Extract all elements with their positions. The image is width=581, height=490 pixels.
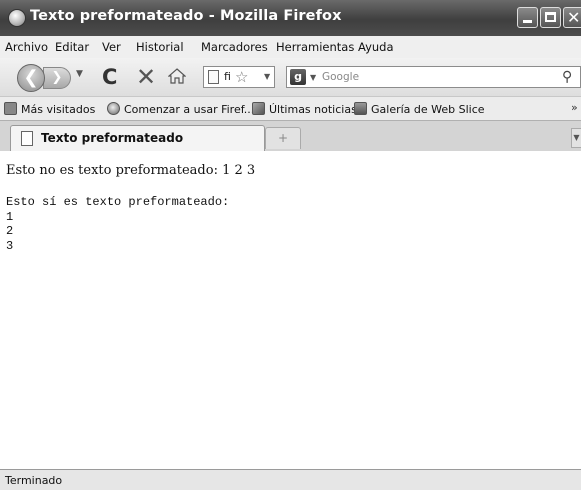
stop-icon[interactable]: ✕	[136, 63, 156, 91]
chevron-down-icon: ▼	[573, 133, 580, 142]
plus-icon: +	[277, 131, 289, 145]
folder-icon	[4, 102, 17, 115]
close-button[interactable]: ✕	[563, 7, 581, 28]
status-text: Terminado	[5, 474, 63, 487]
bookmark-comenzar[interactable]: Comenzar a usar Firef...	[107, 102, 254, 116]
menu-archivo[interactable]: Archivo	[5, 40, 48, 54]
back-button[interactable]: ❮	[17, 64, 45, 92]
menu-marcadores[interactable]: Marcadores	[201, 40, 268, 54]
maximize-button[interactable]	[540, 7, 561, 28]
status-bar: Terminado	[0, 469, 581, 490]
forward-arrow-icon: ❯	[51, 70, 63, 85]
web-slice-icon	[354, 102, 367, 115]
firefox-icon	[107, 102, 120, 115]
page-icon	[21, 131, 33, 146]
search-engine-dropdown-icon[interactable]: ▼	[310, 73, 316, 82]
bookmark-label: Comenzar a usar Firef...	[124, 103, 255, 116]
menu-herramientas[interactable]: Herramientas	[276, 40, 354, 54]
url-bar[interactable]: fi ☆ ▼	[203, 66, 275, 88]
menu-ver[interactable]: Ver	[102, 40, 121, 54]
minimize-icon	[523, 20, 532, 23]
bookmark-label: Últimas noticias	[269, 103, 357, 116]
page-content: Esto no es texto preformateado: 1 2 3 Es…	[0, 151, 581, 469]
url-text: fi	[224, 70, 231, 83]
tab-bar: Texto preformateado + ▼	[0, 120, 581, 152]
firefox-icon	[8, 9, 26, 27]
google-icon[interactable]: g	[290, 69, 306, 85]
tab-texto-preformateado[interactable]: Texto preformateado	[10, 125, 265, 152]
search-box[interactable]: g ▼ Google ⚲	[286, 66, 581, 88]
tab-label: Texto preformateado	[41, 131, 184, 145]
minimize-button[interactable]	[517, 7, 538, 28]
window-title: Texto preformateado - Mozilla Firefox	[30, 8, 342, 24]
bookmark-label: Galería de Web Slice	[371, 103, 485, 116]
forward-button[interactable]: ❯	[43, 67, 71, 89]
bookmark-ultimas-noticias[interactable]: Últimas noticias	[252, 102, 357, 116]
history-dropdown-icon[interactable]: ▼	[76, 69, 83, 79]
page-icon	[208, 70, 219, 84]
search-placeholder: Google	[322, 71, 360, 83]
bookmark-galeria-web-slice[interactable]: Galería de Web Slice	[354, 102, 485, 116]
rss-feed-icon	[252, 102, 265, 115]
bookmark-mas-visitados[interactable]: Más visitados	[4, 102, 95, 116]
chevron-right-icon[interactable]: »	[571, 101, 578, 114]
menu-bar: Archivo Editar Ver Historial Marcadores …	[0, 36, 581, 58]
menu-historial[interactable]: Historial	[136, 40, 184, 54]
home-icon[interactable]	[168, 68, 186, 84]
back-forward-group: ❯ ❮ ▼	[17, 64, 89, 92]
normal-text: Esto no es texto preformateado: 1 2 3	[6, 163, 256, 178]
menu-editar[interactable]: Editar	[55, 40, 89, 54]
bookmark-label: Más visitados	[21, 103, 96, 116]
menu-ayuda[interactable]: Ayuda	[358, 40, 394, 54]
title-bar: Texto preformateado - Mozilla Firefox ✕	[0, 0, 581, 36]
search-icon[interactable]: ⚲	[562, 69, 572, 85]
new-tab-button[interactable]: +	[265, 127, 301, 149]
preformatted-text: Esto sí es texto preformateado: 1 2 3	[6, 195, 230, 253]
reload-icon[interactable]: C	[102, 66, 117, 88]
url-dropdown-icon[interactable]: ▼	[264, 72, 270, 81]
maximize-icon	[545, 12, 556, 22]
browser-window: Texto preformateado - Mozilla Firefox ✕ …	[0, 0, 581, 490]
back-arrow-icon: ❮	[23, 67, 39, 88]
navigation-toolbar: ❯ ❮ ▼ C ✕ fi ☆ ▼ g ▼ Google ⚲	[0, 58, 581, 96]
close-icon: ✕	[567, 8, 581, 27]
tab-list-button[interactable]: ▼	[571, 128, 581, 148]
bookmark-star-icon[interactable]: ☆	[235, 68, 248, 86]
bookmarks-toolbar: Más visitados Comenzar a usar Firef... Ú…	[0, 96, 581, 121]
